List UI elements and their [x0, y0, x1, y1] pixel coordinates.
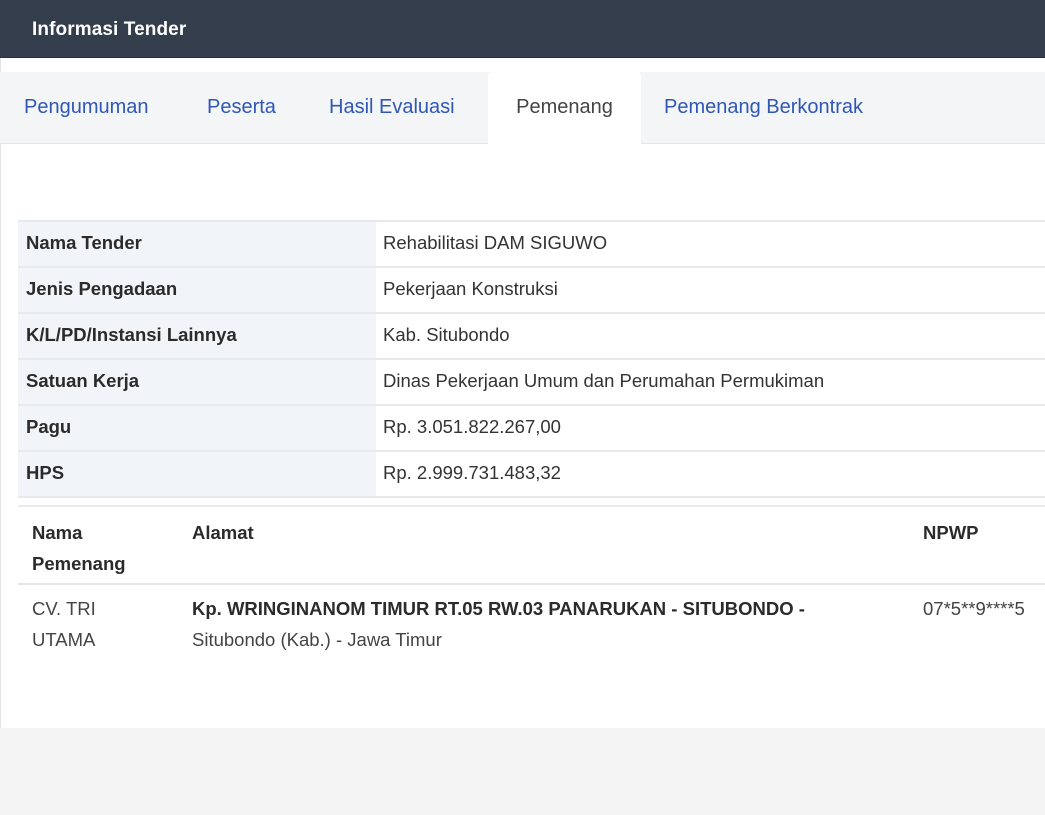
column-header-npwp: NPWP — [923, 522, 979, 543]
info-value: Dinas Pekerjaan Umum dan Perumahan Permu… — [383, 370, 825, 391]
winner-address-region: Situbondo (Kab.) - Jawa Timur — [192, 629, 442, 650]
winner-table-header: Nama Pemenang Alamat NPWP — [18, 505, 1045, 585]
winner-name: CV. TRI UTAMA — [32, 593, 96, 655]
column-header-nama-pemenang: Nama Pemenang — [32, 517, 126, 579]
info-row-jenis-pengadaan: Jenis Pengadaan Pekerjaan Konstruksi — [18, 266, 1045, 312]
tab-peserta[interactable]: Peserta — [207, 72, 276, 144]
winner-address: Kp. WRINGINANOM TIMUR RT.05 RW.03 PANARU… — [192, 593, 912, 655]
app-header: Informasi Tender — [0, 0, 1045, 58]
info-label: Nama Tender — [18, 222, 376, 266]
info-value: Rp. 3.051.822.267,00 — [383, 416, 561, 437]
info-row-pagu: Pagu Rp. 3.051.822.267,00 — [18, 404, 1045, 450]
info-label: K/L/PD/Instansi Lainnya — [18, 314, 376, 358]
winner-npwp: 07*5**9****5 — [923, 598, 1025, 619]
page-title: Informasi Tender — [32, 19, 187, 40]
info-value: Rehabilitasi DAM SIGUWO — [383, 232, 608, 253]
info-value: Rp. 2.999.731.483,32 — [383, 462, 561, 483]
info-label: Jenis Pengadaan — [18, 268, 376, 312]
tab-pengumuman[interactable]: Pengumuman — [24, 72, 149, 144]
info-label: Pagu — [18, 406, 376, 450]
tab-pemenang-berkontrak[interactable]: Pemenang Berkontrak — [664, 72, 863, 144]
winner-name-line: UTAMA — [32, 629, 96, 650]
column-header-line: Pemenang — [32, 553, 126, 574]
info-row-satuan-kerja: Satuan Kerja Dinas Pekerjaan Umum dan Pe… — [18, 358, 1045, 404]
info-row-hps: HPS Rp. 2.999.731.483,32 — [18, 450, 1045, 498]
info-label: HPS — [18, 452, 376, 496]
winner-name-line: CV. TRI — [32, 598, 96, 619]
info-value: Pekerjaan Konstruksi — [383, 278, 558, 299]
info-row-instansi: K/L/PD/Instansi Lainnya Kab. Situbondo — [18, 312, 1045, 358]
info-row-nama-tender: Nama Tender Rehabilitasi DAM SIGUWO — [18, 220, 1045, 266]
info-label: Satuan Kerja — [18, 360, 376, 404]
winner-address-street: Kp. WRINGINANOM TIMUR RT.05 RW.03 PANARU… — [192, 598, 805, 619]
tab-hasil-evaluasi[interactable]: Hasil Evaluasi — [329, 72, 455, 144]
column-header-line: Nama — [32, 522, 83, 543]
tab-pemenang[interactable]: Pemenang — [488, 72, 641, 145]
column-header-alamat: Alamat — [192, 522, 254, 543]
tab-bar: Pengumuman Peserta Hasil Evaluasi Pemena… — [0, 72, 1045, 145]
info-value: Kab. Situbondo — [383, 324, 510, 345]
